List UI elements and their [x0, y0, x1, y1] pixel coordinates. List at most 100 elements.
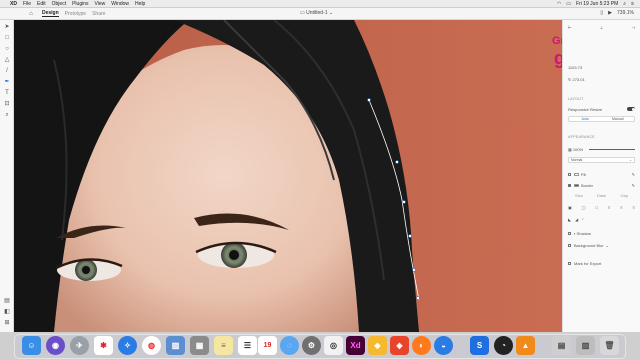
- text-align-left-icon[interactable]: ≡: [608, 205, 610, 210]
- menu-view[interactable]: View: [95, 1, 106, 7]
- rectangle-tool-icon[interactable]: □: [3, 34, 11, 42]
- height-value[interactable]: ↻ 273.01: [568, 76, 635, 82]
- opacity-value[interactable]: 100%: [573, 147, 583, 152]
- safari-icon[interactable]: ✧: [118, 336, 137, 355]
- documents-folder-icon[interactable]: ▥: [576, 336, 595, 355]
- resize-manual-button[interactable]: Manual: [602, 117, 635, 121]
- resize-auto-button[interactable]: Auto: [569, 117, 602, 121]
- artboard-tool-icon[interactable]: ⊡: [3, 100, 11, 108]
- shadow-row: ▪ Shadow: [568, 230, 635, 236]
- sketch-icon[interactable]: ◆: [368, 336, 387, 355]
- menu-object[interactable]: Object: [52, 1, 66, 7]
- align-right-icon[interactable]: ⊣: [632, 25, 635, 30]
- align-left-icon[interactable]: ⊢: [568, 25, 571, 30]
- tab-design[interactable]: Design: [42, 10, 59, 17]
- siri-icon[interactable]: ◉: [46, 336, 65, 355]
- firefox-icon[interactable]: ◐: [412, 336, 431, 355]
- zoom-tool-icon[interactable]: ⌕: [3, 111, 11, 119]
- assets-icon[interactable]: ◧: [3, 308, 11, 316]
- menu-plugins[interactable]: Plugins: [72, 1, 88, 7]
- tab-share[interactable]: Share: [92, 11, 105, 17]
- border-dash-field[interactable]: Dash: [597, 193, 606, 198]
- pen-tool-icon[interactable]: ✒: [3, 78, 11, 86]
- menu-help[interactable]: Help: [135, 1, 145, 7]
- stroke-center-icon[interactable]: ▢: [582, 205, 586, 210]
- border-row: Border ✎: [568, 182, 635, 188]
- responsive-resize-row: Responsive Resize: [568, 106, 603, 112]
- control-center-icon[interactable]: ≡: [631, 1, 634, 7]
- text-align-center-icon[interactable]: ≡: [620, 205, 622, 210]
- design-canvas[interactable]: [14, 20, 562, 332]
- corner-round-icon[interactable]: ◜: [582, 217, 584, 222]
- eyedropper-icon[interactable]: ✎: [632, 183, 635, 188]
- macos-menubar: XD File Edit Object Plugins View Window …: [0, 0, 640, 8]
- line-join-icon[interactable]: ◢: [575, 217, 578, 222]
- property-inspector: ⊢ ⊥ ⊣ 1103.73 ↻ 273.01 LAYOUT Responsive…: [562, 20, 640, 332]
- reminders-icon[interactable]: ☰: [238, 336, 257, 355]
- line-cap-icon[interactable]: ◣: [568, 217, 571, 222]
- mobile-preview-icon[interactable]: ▯: [600, 10, 603, 16]
- responsive-resize-toggle[interactable]: [627, 107, 635, 111]
- mark-for-export-checkbox[interactable]: [568, 261, 571, 265]
- screenshot-icon[interactable]: ◎: [324, 336, 343, 355]
- chrome-icon[interactable]: ◍: [142, 336, 161, 355]
- select-tool-icon[interactable]: ➤: [3, 23, 11, 31]
- finder-icon[interactable]: ☺: [22, 336, 41, 355]
- messages-icon[interactable]: ◌: [280, 336, 299, 355]
- fill-swatch[interactable]: [574, 172, 579, 176]
- portrait-photo: [14, 20, 562, 332]
- layers-icon[interactable]: ▤: [3, 297, 11, 305]
- chevron-down-icon[interactable]: ⌄: [606, 243, 609, 248]
- zoom-level[interactable]: 739.1%: [617, 10, 634, 16]
- plugins-icon[interactable]: ⊞: [3, 319, 11, 327]
- menu-file[interactable]: File: [23, 1, 31, 7]
- calendar-icon[interactable]: 19: [258, 336, 277, 355]
- search-icon[interactable]: ⌕: [623, 1, 626, 7]
- play-icon[interactable]: ▶: [608, 10, 612, 16]
- trash-icon[interactable]: 🗑: [600, 336, 619, 355]
- battery-icon[interactable]: ▭: [566, 1, 571, 7]
- ellipse-tool-icon[interactable]: ○: [3, 45, 11, 53]
- stroke-inside-icon[interactable]: ▣: [568, 205, 572, 210]
- skype-icon[interactable]: S: [470, 336, 489, 355]
- wifi-icon[interactable]: ◠: [557, 1, 561, 7]
- eyedropper-icon[interactable]: ✎: [632, 172, 635, 177]
- border-gap-field[interactable]: Gap: [620, 193, 628, 198]
- menu-edit[interactable]: Edit: [37, 1, 46, 7]
- system-preferences-icon[interactable]: ⚙: [302, 336, 321, 355]
- slack-icon[interactable]: ✱: [94, 336, 113, 355]
- vlc-icon[interactable]: ▲: [516, 336, 535, 355]
- line-tool-icon[interactable]: /: [3, 67, 11, 75]
- fill-checkbox[interactable]: [568, 172, 571, 176]
- align-center-icon[interactable]: ⊥: [600, 25, 603, 30]
- menu-app-name[interactable]: XD: [10, 1, 17, 7]
- downloads-folder-icon[interactable]: ▤: [552, 336, 571, 355]
- tab-prototype[interactable]: Prototype: [65, 11, 86, 17]
- adobe-xd-icon[interactable]: Xd: [346, 336, 365, 355]
- document-title[interactable]: ▭ Untitled-1 ⌄: [300, 10, 333, 16]
- chevron-down-icon: ⌄: [629, 158, 632, 162]
- preview-icon[interactable]: ▨: [166, 336, 185, 355]
- obs-icon[interactable]: ◔: [494, 336, 513, 355]
- edge-icon[interactable]: ◒: [434, 336, 453, 355]
- text-tool-icon[interactable]: T: [3, 89, 11, 97]
- fill-row: Fill ✎: [568, 171, 635, 177]
- notes-app-icon[interactable]: ▦: [190, 336, 209, 355]
- border-checkbox[interactable]: [568, 183, 571, 187]
- menu-window[interactable]: Window: [111, 1, 129, 7]
- home-icon[interactable]: ⌂: [26, 11, 36, 17]
- stroke-outside-icon[interactable]: □: [596, 205, 598, 210]
- opacity-slider[interactable]: [589, 148, 635, 150]
- notes-icon[interactable]: ≡: [214, 336, 233, 355]
- polygon-tool-icon[interactable]: △: [3, 56, 11, 64]
- width-value[interactable]: 1103.73: [568, 64, 635, 70]
- blend-mode-select[interactable]: Normal ⌄: [568, 157, 635, 163]
- text-align-right-icon[interactable]: ≡: [633, 205, 635, 210]
- launchpad-icon[interactable]: ✈: [70, 336, 89, 355]
- background-blur-checkbox[interactable]: [568, 243, 571, 247]
- anydesk-icon[interactable]: ◈: [390, 336, 409, 355]
- border-swatch[interactable]: [574, 183, 579, 187]
- border-size-field[interactable]: Size: [575, 193, 583, 198]
- menubar-datetime[interactable]: Fri 19 Jun 5:23 PM: [576, 1, 618, 7]
- shadow-checkbox[interactable]: [568, 231, 571, 235]
